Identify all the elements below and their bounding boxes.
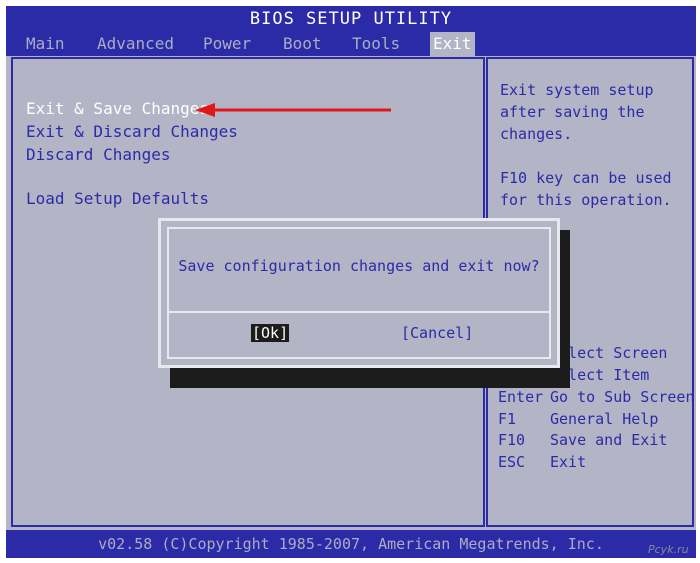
dialog-frame (167, 227, 551, 359)
bios-title: BIOS SETUP UTILITY (6, 6, 696, 32)
key-label: F10 (498, 431, 526, 449)
copyright-status-bar: v02.58 (C)Copyright 1985-2007, American … (6, 530, 696, 558)
dialog-message: Save configuration changes and exit now? (178, 257, 540, 275)
red-arrow-icon (195, 103, 391, 117)
watermark: Pcyk.ru (648, 543, 689, 556)
help-line: changes. (500, 125, 573, 143)
key-label: F1 (498, 410, 517, 428)
help-line: after saving the (500, 103, 645, 121)
help-line: for this operation. (500, 191, 672, 209)
menu-boot[interactable]: Boot (280, 32, 325, 56)
menu-tools[interactable]: Tools (349, 32, 403, 56)
menu-exit[interactable]: Exit (430, 32, 475, 56)
confirm-dialog: Save configuration changes and exit now?… (158, 218, 560, 368)
menu-main[interactable]: Main (23, 32, 68, 56)
dialog-divider (167, 311, 551, 313)
option-load-setup-defaults[interactable]: Load Setup Defaults (26, 189, 209, 208)
menu-bar: Main Advanced Power Boot Tools Exit (6, 32, 696, 56)
help-line: Exit system setup (500, 81, 654, 99)
key-label: Enter (498, 388, 544, 406)
key-desc: General Help (550, 410, 659, 428)
option-exit-save-changes[interactable]: Exit & Save Changes (26, 99, 209, 118)
option-exit-discard-changes[interactable]: Exit & Discard Changes (26, 122, 238, 141)
menu-power[interactable]: Power (200, 32, 254, 56)
key-label: ESC (498, 453, 526, 471)
key-desc: Exit (550, 453, 587, 471)
option-discard-changes[interactable]: Discard Changes (26, 145, 171, 164)
help-line: F10 key can be used (500, 169, 672, 187)
ok-button[interactable]: [Ok] (251, 324, 290, 342)
menu-advanced[interactable]: Advanced (94, 32, 177, 56)
cancel-button[interactable]: [Cancel] (401, 324, 473, 342)
key-desc: Save and Exit (550, 431, 668, 449)
key-desc: Go to Sub Screen (550, 388, 695, 406)
